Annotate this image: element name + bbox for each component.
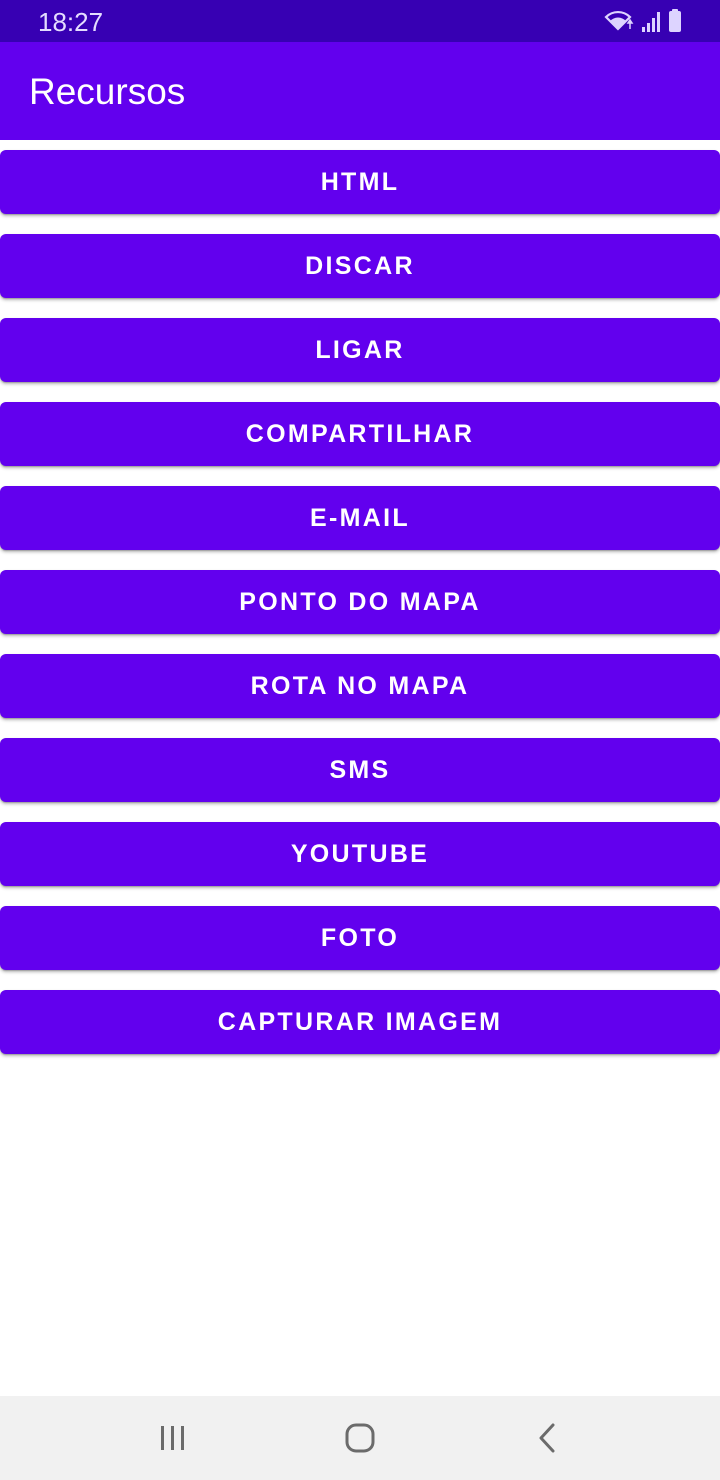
status-icons — [604, 9, 686, 33]
email-button[interactable]: E-MAIL — [0, 486, 720, 550]
status-time: 18:27 — [38, 7, 104, 37]
sms-button[interactable]: SMS — [0, 738, 720, 802]
ligar-button[interactable]: LIGAR — [0, 318, 720, 382]
navigation-bar — [0, 1396, 720, 1480]
foto-button[interactable]: FOTO — [0, 906, 720, 970]
app-bar: Recursos — [0, 42, 720, 140]
back-icon[interactable] — [517, 1414, 577, 1462]
page-title: Recursos — [29, 71, 186, 112]
ponto-do-mapa-button[interactable]: PONTO DO MAPA — [0, 570, 720, 634]
button-list: HTML DISCAR LIGAR COMPARTILHAR E-MAIL PO… — [0, 150, 720, 1074]
youtube-button[interactable]: YOUTUBE — [0, 822, 720, 886]
signal-icon — [642, 12, 660, 32]
discar-button[interactable]: DISCAR — [0, 234, 720, 298]
rota-no-mapa-button[interactable]: ROTA NO MAPA — [0, 654, 720, 718]
battery-icon — [669, 9, 681, 32]
compartilhar-button[interactable]: COMPARTILHAR — [0, 402, 720, 466]
status-bar: 18:27 — [0, 0, 720, 42]
html-button[interactable]: HTML — [0, 150, 720, 214]
capturar-imagem-button[interactable]: CAPTURAR IMAGEM — [0, 990, 720, 1054]
home-icon[interactable] — [330, 1414, 390, 1462]
recent-apps-icon[interactable] — [143, 1414, 203, 1462]
wifi-icon — [604, 10, 634, 31]
